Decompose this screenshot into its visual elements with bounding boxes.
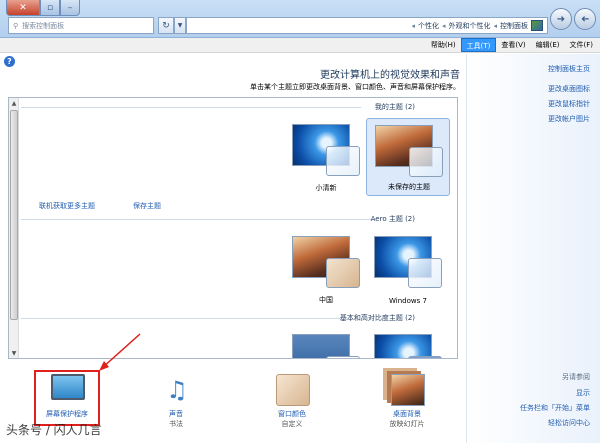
section-divider <box>21 219 371 220</box>
sidebar-link-taskbar[interactable]: 任务栏和「开始」菜单 <box>520 403 590 413</box>
menu-bar: 帮助(H) 工具(T) 查看(V) 编辑(E) 文件(F) <box>0 38 600 53</box>
sidebar-link-mouse-pointers[interactable]: 更改鼠标指针 <box>548 99 590 109</box>
section-divider <box>21 107 361 108</box>
window-color-sub: 自定义 <box>281 420 303 428</box>
menu-help[interactable]: 帮助(H) <box>426 38 461 52</box>
theme-color-swatch <box>326 356 360 358</box>
refresh-button[interactable]: ↻ <box>158 17 174 34</box>
chevron-down-icon: ▼ <box>177 22 183 29</box>
sidebar-link-display[interactable]: 显示 <box>576 388 590 398</box>
theme-list[interactable]: ▲ ▼ 我的主题 (2) 未保存的主题 小清新 保存主题 联机获取更多主题 Ae… <box>8 97 458 359</box>
save-theme-link[interactable]: 保存主题 <box>133 201 161 211</box>
chevron-left-icon: ◂ <box>493 21 497 30</box>
theme-basic-2[interactable] <box>284 328 368 358</box>
sidebar: 控制面板主页 更改桌面图标 更改鼠标指针 更改帐户图片 另请参阅 显示 任务栏和… <box>466 54 600 443</box>
search-input[interactable]: ⚲ 搜索控制面板 <box>8 17 154 34</box>
close-button[interactable]: ✕ <box>6 0 40 16</box>
theme-fresh[interactable]: 小清新 <box>284 118 368 196</box>
menu-view[interactable]: 查看(V) <box>496 38 530 52</box>
sidebar-link-desktop-icons[interactable]: 更改桌面图标 <box>548 84 590 94</box>
window-controls: ✕ ▫ – <box>6 0 80 16</box>
page-title: 更改计算机上的视觉效果和声音 <box>320 70 460 81</box>
menu-file[interactable]: 文件(F) <box>565 38 599 52</box>
theme-windows7[interactable]: Windows 7 <box>366 230 450 308</box>
theme-unsaved[interactable]: 未保存的主题 <box>366 118 450 196</box>
search-icon: ⚲ <box>13 21 19 30</box>
search-placeholder: 搜索控制面板 <box>22 21 65 30</box>
menu-tools[interactable]: 工具(T) <box>460 38 497 52</box>
page-subtitle: 单击某个主题立即更改桌面背景、窗口颜色、声音和屏幕保护程序。 <box>250 83 460 91</box>
breadcrumb-appearance[interactable]: 外观和个性化 <box>448 21 490 31</box>
theme-color-swatch <box>326 258 360 288</box>
address-bar[interactable]: ◂ 个性化 ◂ 外观和个性化 ◂ 控制面板 <box>186 17 548 34</box>
nav-buttons: ➜ ➜ <box>550 8 596 30</box>
minimize-button[interactable]: – <box>60 0 80 16</box>
theme-color-swatch <box>326 146 360 176</box>
sounds-button[interactable]: ♫ 声音 书法 <box>142 370 210 432</box>
section-basic-themes: 基本和高对比度主题 (2) <box>339 314 415 322</box>
scroll-down-icon[interactable]: ▼ <box>9 348 19 358</box>
arrow-right-icon: ➜ <box>556 13 566 25</box>
section-my-themes: 我的主题 (2) <box>374 103 415 111</box>
sidebar-link-ease-of-access[interactable]: 轻松访问中心 <box>548 418 590 428</box>
theme-basic-1[interactable] <box>366 328 450 358</box>
arrow-left-icon: ➜ <box>580 13 590 25</box>
window-color-button[interactable]: 窗口颜色 自定义 <box>258 370 326 432</box>
theme-label: 小清新 <box>315 184 337 192</box>
forward-button[interactable]: ➜ <box>550 8 572 30</box>
refresh-icon: ↻ <box>162 20 170 31</box>
sidebar-link-home[interactable]: 控制面板主页 <box>548 64 590 74</box>
theme-color-swatch <box>408 356 442 358</box>
sidebar-link-account-picture[interactable]: 更改帐户图片 <box>548 114 590 124</box>
title-bar: ✕ ▫ – ⚲ 搜索控制面板 ↻ ▼ ◂ 个性化 ◂ 外观和个性化 ◂ 控制面板… <box>0 0 600 38</box>
desktop-background-button[interactable]: 桌面背景 放映幻灯片 <box>373 370 441 432</box>
breadcrumb-personalization[interactable]: 个性化 <box>418 21 439 31</box>
desktop-background-label: 桌面背景 <box>393 410 421 418</box>
menu-edit[interactable]: 编辑(E) <box>531 38 565 52</box>
desktop-background-icon <box>391 374 425 406</box>
annotation-arrow <box>99 333 141 371</box>
maximize-button[interactable]: ▫ <box>40 0 60 16</box>
sounds-sub: 书法 <box>169 420 183 428</box>
scroll-up-icon[interactable]: ▲ <box>9 98 19 108</box>
theme-label: Windows 7 <box>389 297 427 305</box>
window-color-icon <box>276 374 310 406</box>
back-button[interactable]: ➜ <box>574 8 596 30</box>
theme-label: 未保存的主题 <box>388 183 430 191</box>
help-icon[interactable]: ? <box>4 56 15 67</box>
desktop-background-sub: 放映幻灯片 <box>389 420 425 428</box>
breadcrumb-control-panel[interactable]: 控制面板 <box>500 21 528 31</box>
watermark: 头条号 / 闪人几言 <box>6 423 102 437</box>
see-also-label: 另请参阅 <box>562 373 590 381</box>
theme-color-swatch <box>408 258 442 288</box>
chevron-left-icon: ◂ <box>411 21 415 30</box>
scrollbar-thumb[interactable] <box>10 110 18 320</box>
theme-china[interactable]: 中国 <box>284 230 368 308</box>
highlight-box <box>34 370 100 426</box>
sounds-label: 声音 <box>169 410 183 418</box>
chevron-left-icon: ◂ <box>441 21 446 30</box>
address-dropdown-button[interactable]: ▼ <box>174 17 186 34</box>
section-aero-themes: Aero 主题 (2) <box>370 215 415 223</box>
section-divider <box>21 318 341 319</box>
theme-color-swatch <box>409 147 443 177</box>
theme-label: 中国 <box>319 296 333 304</box>
online-themes-link[interactable]: 联机获取更多主题 <box>39 201 95 211</box>
control-panel-icon <box>531 20 543 31</box>
window-color-label: 窗口颜色 <box>278 410 306 418</box>
annotation-arrow-line <box>101 333 141 369</box>
speaker-icon: ♫ <box>166 376 188 404</box>
vertical-scrollbar[interactable]: ▲ ▼ <box>9 98 19 358</box>
